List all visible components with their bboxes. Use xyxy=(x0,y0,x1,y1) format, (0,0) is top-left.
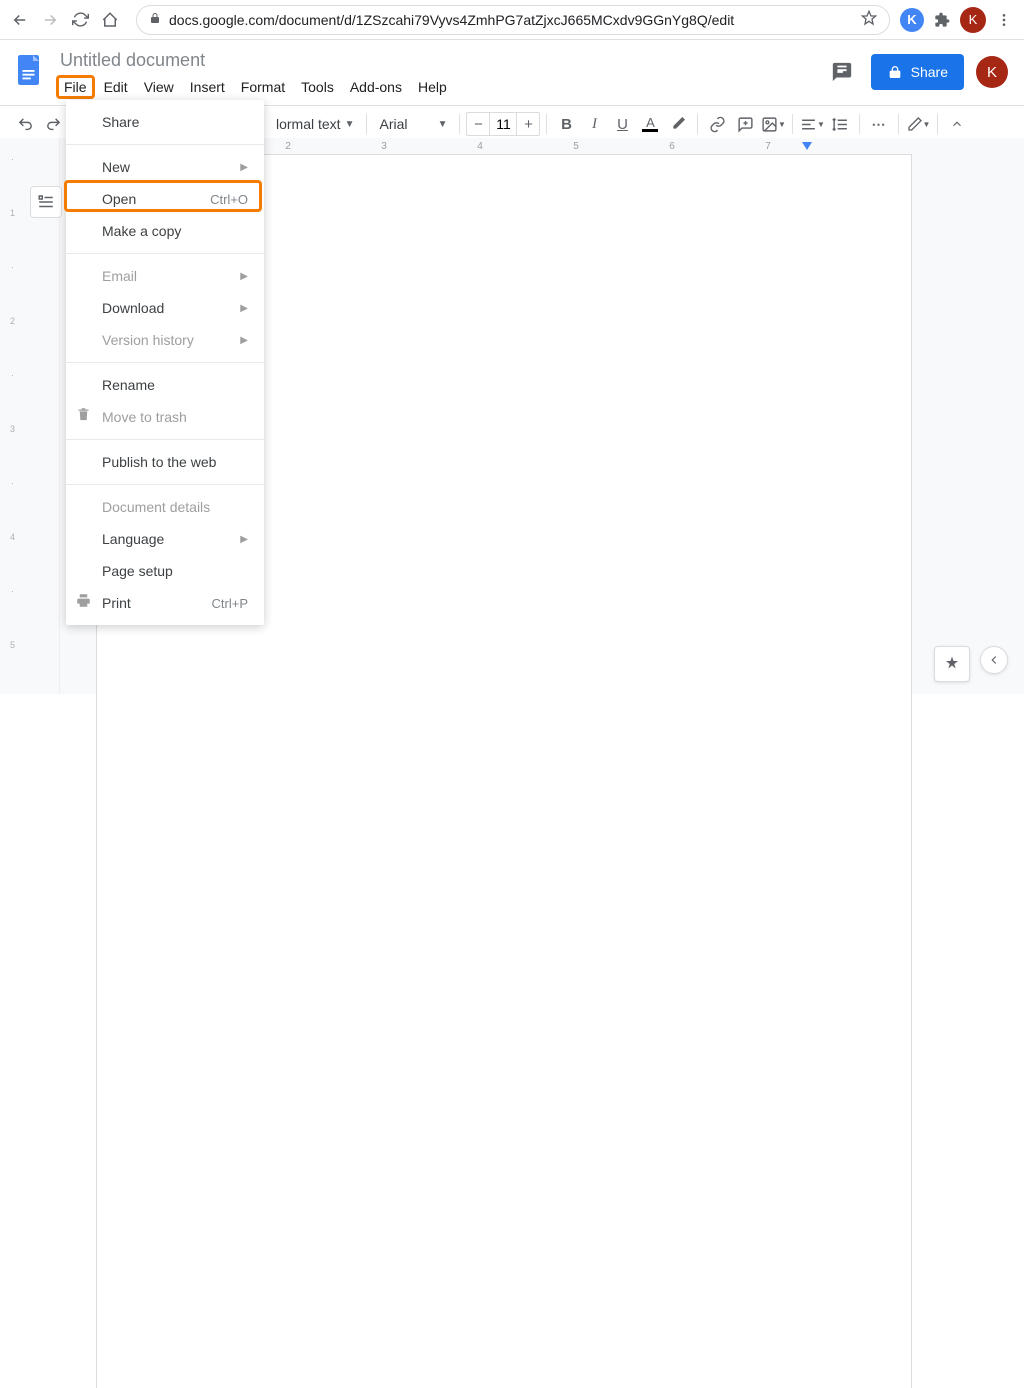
browser-toolbar: docs.google.com/document/d/1ZSzcahi79Vyv… xyxy=(0,0,1024,40)
menu-item-move-to-trash[interactable]: Move to trash xyxy=(66,401,264,433)
menu-item-new[interactable]: New▶ xyxy=(66,151,264,183)
share-button[interactable]: Share xyxy=(871,54,964,90)
menu-item-version-history[interactable]: Version history▶ xyxy=(66,324,264,356)
toolbar-more-button[interactable]: ⋯ xyxy=(866,111,892,137)
paragraph-style-dropdown[interactable]: lormal text▼ xyxy=(270,116,360,132)
ruler-tick: 5 xyxy=(573,141,579,152)
docs-header: Untitled document File Edit View Insert … xyxy=(0,40,1024,99)
ruler-tick: 3 xyxy=(381,141,387,152)
menu-item-doc-details[interactable]: Document details xyxy=(66,491,264,523)
hide-menus-button[interactable] xyxy=(944,111,970,137)
text-color-button[interactable]: A xyxy=(637,111,663,137)
font-size-control: − 11 + xyxy=(466,112,540,136)
share-label: Share xyxy=(911,64,948,80)
vruler-tick: 2 xyxy=(10,316,15,326)
redo-button[interactable] xyxy=(40,111,66,137)
menu-item-share[interactable]: Share xyxy=(66,106,264,138)
insert-link-button[interactable] xyxy=(704,111,730,137)
menu-item-rename[interactable]: Rename xyxy=(66,369,264,401)
editing-mode-button[interactable]: ▼ xyxy=(905,111,931,137)
font-size-increase[interactable]: + xyxy=(517,116,539,133)
print-icon xyxy=(76,593,91,613)
menu-item-make-copy[interactable]: Make a copy xyxy=(66,215,264,247)
document-outline-button[interactable] xyxy=(30,186,62,218)
bold-button[interactable]: B xyxy=(553,111,579,137)
font-size-value[interactable]: 11 xyxy=(489,113,517,135)
menu-item-download[interactable]: Download▶ xyxy=(66,292,264,324)
extensions-button[interactable] xyxy=(930,8,954,32)
menu-tools[interactable]: Tools xyxy=(294,75,341,99)
vruler-tick: 5 xyxy=(10,640,15,650)
file-menu-dropdown: Share New▶ OpenCtrl+O Make a copy Email▶… xyxy=(66,100,264,625)
vruler-tick: · xyxy=(11,262,14,272)
menu-help[interactable]: Help xyxy=(411,75,454,99)
insert-image-button[interactable]: ▼ xyxy=(760,111,786,137)
italic-button[interactable]: I xyxy=(581,111,607,137)
menu-insert[interactable]: Insert xyxy=(183,75,232,99)
explore-button[interactable] xyxy=(934,646,970,682)
menu-item-print[interactable]: PrintCtrl+P xyxy=(66,587,264,619)
font-size-decrease[interactable]: − xyxy=(467,116,489,133)
extension-badge[interactable]: K xyxy=(900,8,924,32)
font-family-dropdown[interactable]: Arial▼ xyxy=(373,116,453,132)
add-comment-button[interactable] xyxy=(732,111,758,137)
account-avatar[interactable]: K xyxy=(976,56,1008,88)
chrome-menu-button[interactable] xyxy=(992,8,1016,32)
menu-item-page-setup[interactable]: Page setup xyxy=(66,555,264,587)
lock-icon xyxy=(149,12,161,27)
menu-view[interactable]: View xyxy=(137,75,181,99)
align-button[interactable]: ▼ xyxy=(799,111,825,137)
vruler-tick: · xyxy=(11,370,14,380)
vruler-tick: · xyxy=(11,586,14,596)
vruler-tick: · xyxy=(11,478,14,488)
side-panel-toggle[interactable] xyxy=(980,646,1008,674)
line-spacing-button[interactable] xyxy=(827,111,853,137)
omnibox-url: docs.google.com/document/d/1ZSzcahi79Vyv… xyxy=(169,12,734,28)
vruler-tick: 3 xyxy=(10,424,15,434)
vertical-ruler[interactable]: · 1 · 2 · 3 · 4 · 5 xyxy=(10,154,15,650)
vruler-tick: 4 xyxy=(10,532,15,542)
ruler-tick: 4 xyxy=(477,141,483,152)
docs-logo[interactable] xyxy=(12,52,52,92)
doc-title[interactable]: Untitled document xyxy=(56,48,825,73)
vruler-tick: 1 xyxy=(10,208,15,218)
nav-home-button[interactable] xyxy=(98,8,122,32)
profile-avatar[interactable]: K xyxy=(960,7,986,33)
omnibox[interactable]: docs.google.com/document/d/1ZSzcahi79Vyv… xyxy=(136,5,890,35)
nav-reload-button[interactable] xyxy=(68,8,92,32)
comments-button[interactable] xyxy=(825,55,859,89)
underline-button[interactable]: U xyxy=(609,111,635,137)
menu-file[interactable]: File xyxy=(56,75,95,99)
menu-item-open[interactable]: OpenCtrl+O xyxy=(66,183,264,215)
menu-item-email[interactable]: Email▶ xyxy=(66,260,264,292)
ruler-tick: 7 xyxy=(765,141,771,152)
menu-addons[interactable]: Add-ons xyxy=(343,75,409,99)
highlight-button[interactable] xyxy=(665,111,691,137)
ruler-tick: 6 xyxy=(669,141,675,152)
vruler-tick: · xyxy=(11,154,14,164)
nav-forward-button[interactable] xyxy=(38,8,62,32)
menubar: File Edit View Insert Format Tools Add-o… xyxy=(56,73,825,99)
ruler-tick: 2 xyxy=(285,141,291,152)
menu-format[interactable]: Format xyxy=(234,75,292,99)
menu-edit[interactable]: Edit xyxy=(97,75,135,99)
bookmark-star-icon[interactable] xyxy=(861,10,877,29)
menu-item-language[interactable]: Language▶ xyxy=(66,523,264,555)
nav-back-button[interactable] xyxy=(8,8,32,32)
menu-item-publish[interactable]: Publish to the web xyxy=(66,446,264,478)
undo-button[interactable] xyxy=(12,111,38,137)
right-indent-icon[interactable] xyxy=(802,142,812,152)
trash-icon xyxy=(76,407,91,427)
